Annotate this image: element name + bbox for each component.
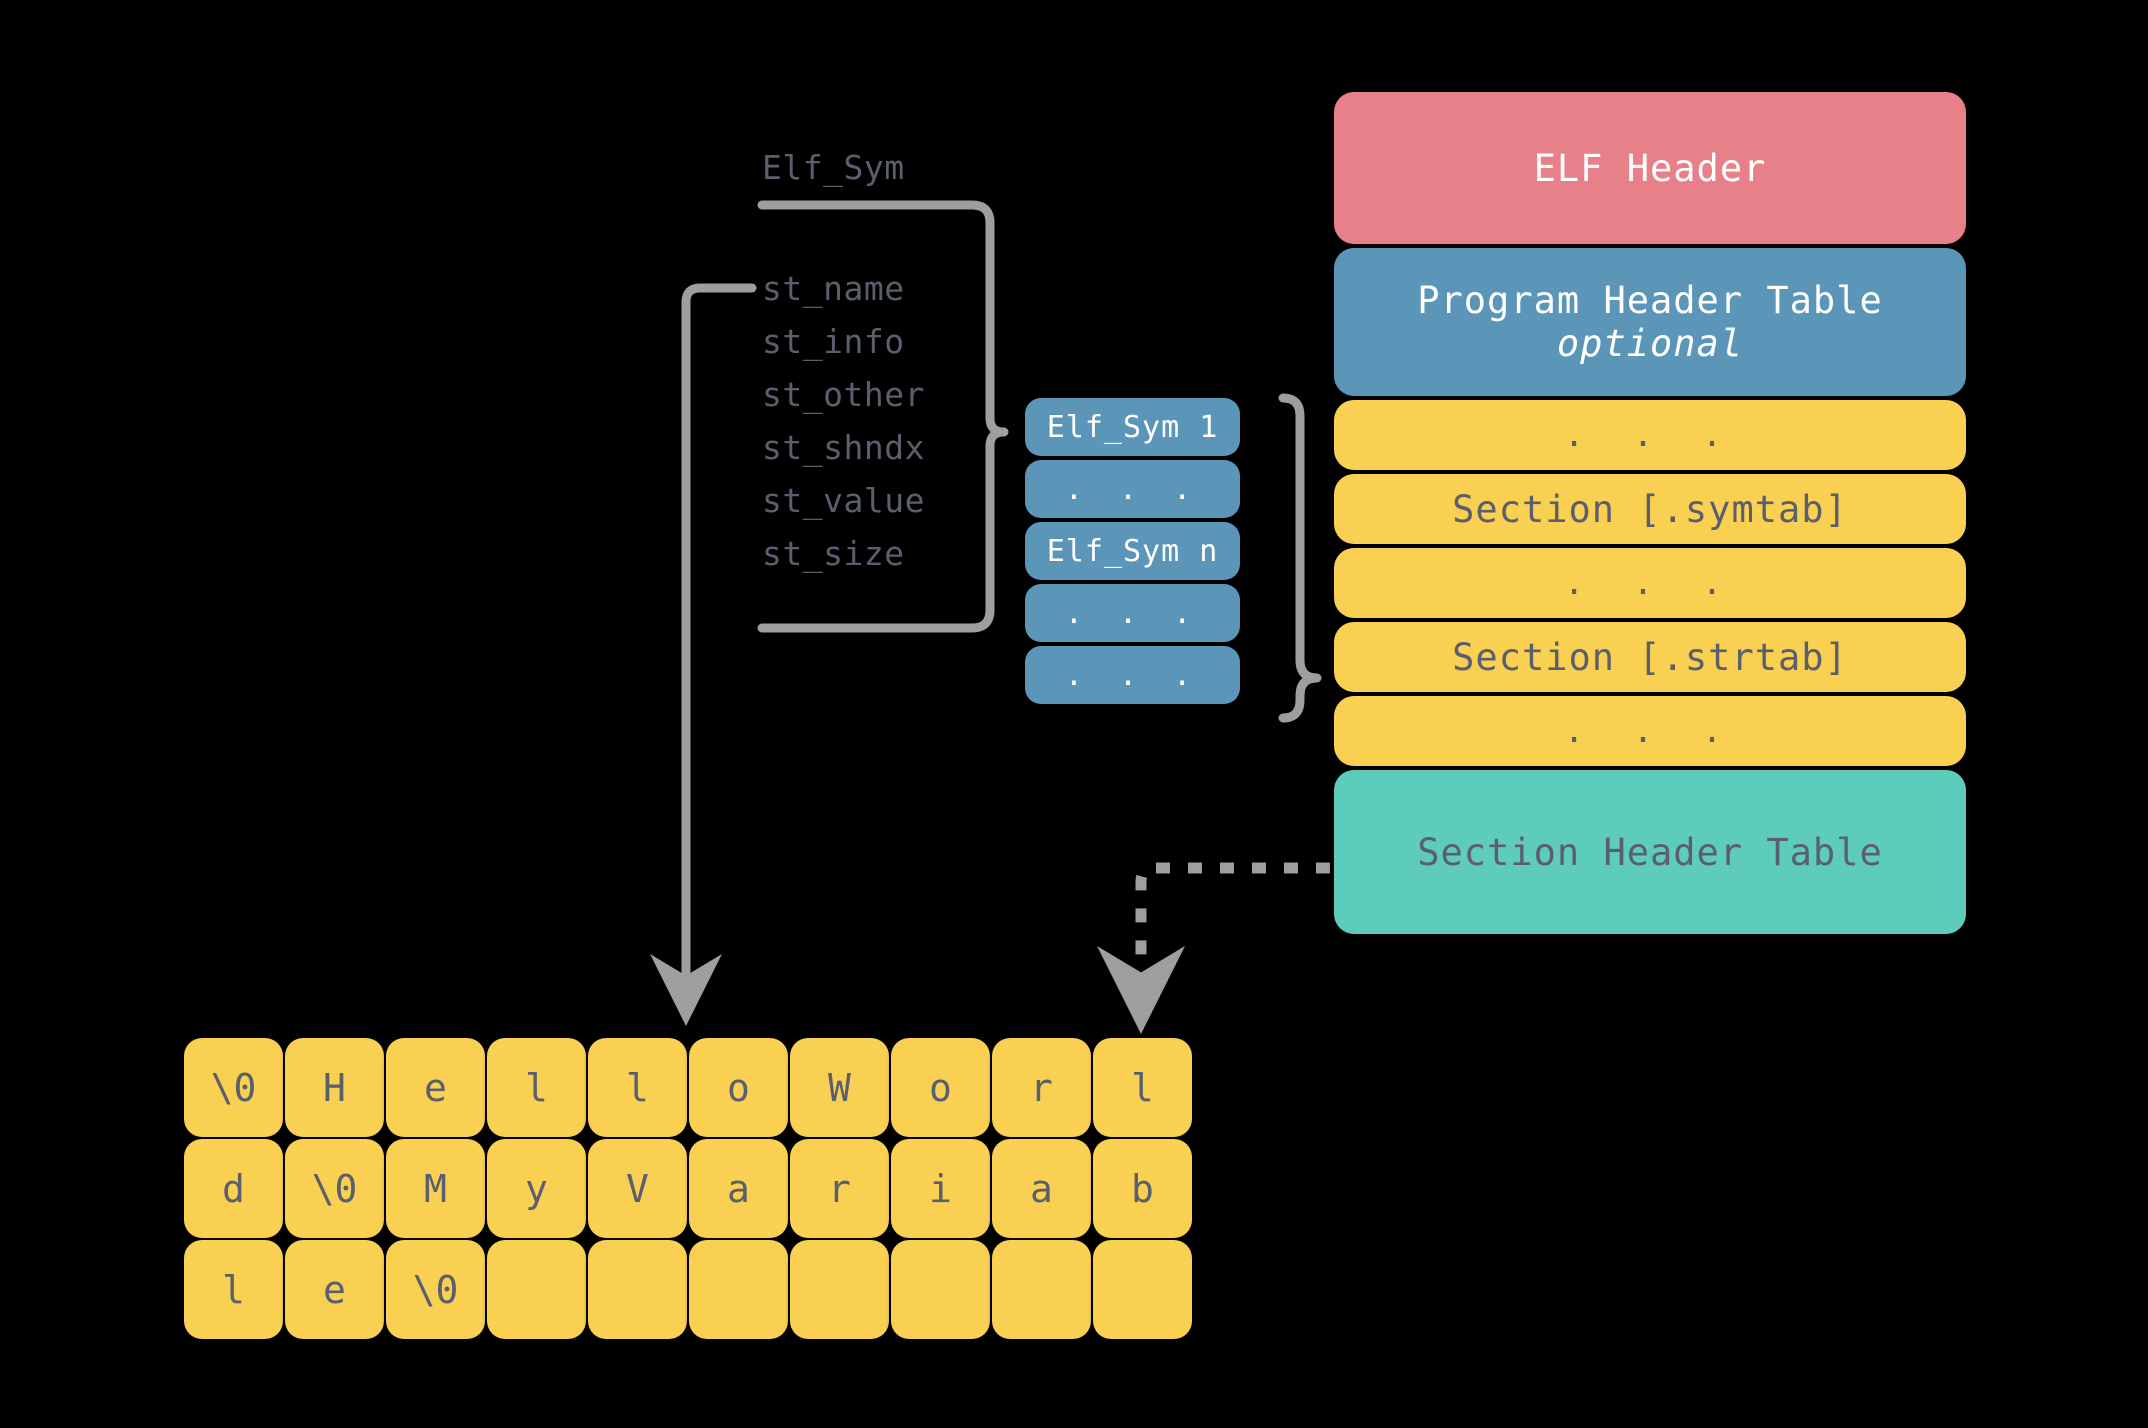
symbol-table-stack: Elf_Sym 1 . . . Elf_Sym n . . . . . . [1025,398,1240,708]
symbol-entry-ellipsis-1: . . . [1025,460,1240,518]
string-table-cell: l [184,1240,283,1339]
string-table-cell: a [992,1139,1091,1238]
string-table-grid: \0 He l l o Wo r l d \0 My Va r i a b l e \0 [184,1038,1192,1339]
struct-field-st-shndx: st_shndx [762,428,925,467]
string-table-cell-empty [790,1240,889,1339]
string-table-cell-empty [891,1240,990,1339]
string-table-cell: W [790,1038,889,1137]
elf-box-section-symtab: Section [.symtab] [1334,474,1966,544]
struct-field-st-size: st_size [762,534,905,573]
string-table-cell-empty [487,1240,586,1339]
string-table-cell: M [386,1139,485,1238]
elf-box-sections-ellipsis-1: . . . [1334,400,1966,470]
elf-box-elf-header: ELF Header [1334,92,1966,244]
symtab-brace [1278,393,1322,723]
string-table-cell: r [790,1139,889,1238]
elf-box-section-header-table: Section Header Table [1334,770,1966,934]
symbol-entry-last: Elf_Sym n [1025,522,1240,580]
elf-box-sections-ellipsis-3-label: . . . [1563,711,1737,751]
string-table-cell: l [588,1038,687,1137]
struct-field-st-other: st_other [762,375,925,414]
string-table-cell-empty [992,1240,1091,1339]
string-table-cell-empty [689,1240,788,1339]
string-table-cell: y [487,1139,586,1238]
elf-box-section-strtab-label: Section [.strtab] [1452,635,1848,679]
diagram-canvas: Elf_Sym st_name st_info st_other st_shnd… [0,0,2148,1428]
strtab-dotted-arrow [1097,862,1330,1034]
string-table-cell: e [285,1240,384,1339]
elf-box-sections-ellipsis-2-label: . . . [1563,563,1737,603]
string-table-cell: e [386,1038,485,1137]
elf-box-sections-ellipsis-3: . . . [1334,696,1966,766]
symbol-entry-ellipsis-3: . . . [1025,646,1240,704]
elf-file-layout: ELF Header Program Header Table optional… [1334,92,1966,938]
string-table-cell-empty [588,1240,687,1339]
string-table-cell: l [1093,1038,1192,1137]
struct-title: Elf_Sym [762,148,905,187]
string-table-cell: o [689,1038,788,1137]
struct-field-st-info: st_info [762,322,905,361]
symbol-entry-ellipsis-2: . . . [1025,584,1240,642]
string-table-cell: l [487,1038,586,1137]
elf-box-section-symtab-label: Section [.symtab] [1452,487,1848,531]
elf-box-section-header-table-label: Section Header Table [1417,830,1883,874]
string-table-cell: d [184,1139,283,1238]
string-table-cell: i [891,1139,990,1238]
elf-box-elf-header-label: ELF Header [1533,146,1767,190]
string-table-cell-empty [1093,1240,1192,1339]
elf-box-program-header-table-optional: optional [1556,322,1744,365]
string-table-cell: r [992,1038,1091,1137]
string-table-cell: \0 [386,1240,485,1339]
elf-box-program-header-table-label: Program Header Table [1417,279,1883,322]
struct-field-st-name: st_name [762,269,905,308]
string-table-cell: b [1093,1139,1192,1238]
string-table-cell: a [689,1139,788,1238]
elf-box-section-strtab: Section [.strtab] [1334,622,1966,692]
symbol-entry-first: Elf_Sym 1 [1025,398,1240,456]
elf-box-sections-ellipsis-1-label: . . . [1563,415,1737,455]
struct-field-st-value: st_value [762,481,925,520]
st-name-pointer-arrow [650,283,757,1026]
string-table-cell: H [285,1038,384,1137]
elf-box-sections-ellipsis-2: . . . [1334,548,1966,618]
string-table-cell: \0 [184,1038,283,1137]
string-table-cell: \0 [285,1139,384,1238]
elf-box-program-header-table: Program Header Table optional [1334,248,1966,396]
struct-field-list: st_name st_info st_other st_shndx st_val… [762,262,925,580]
struct-brace-tip [985,413,1009,451]
string-table-cell: V [588,1139,687,1238]
string-table-cell: o [891,1038,990,1137]
